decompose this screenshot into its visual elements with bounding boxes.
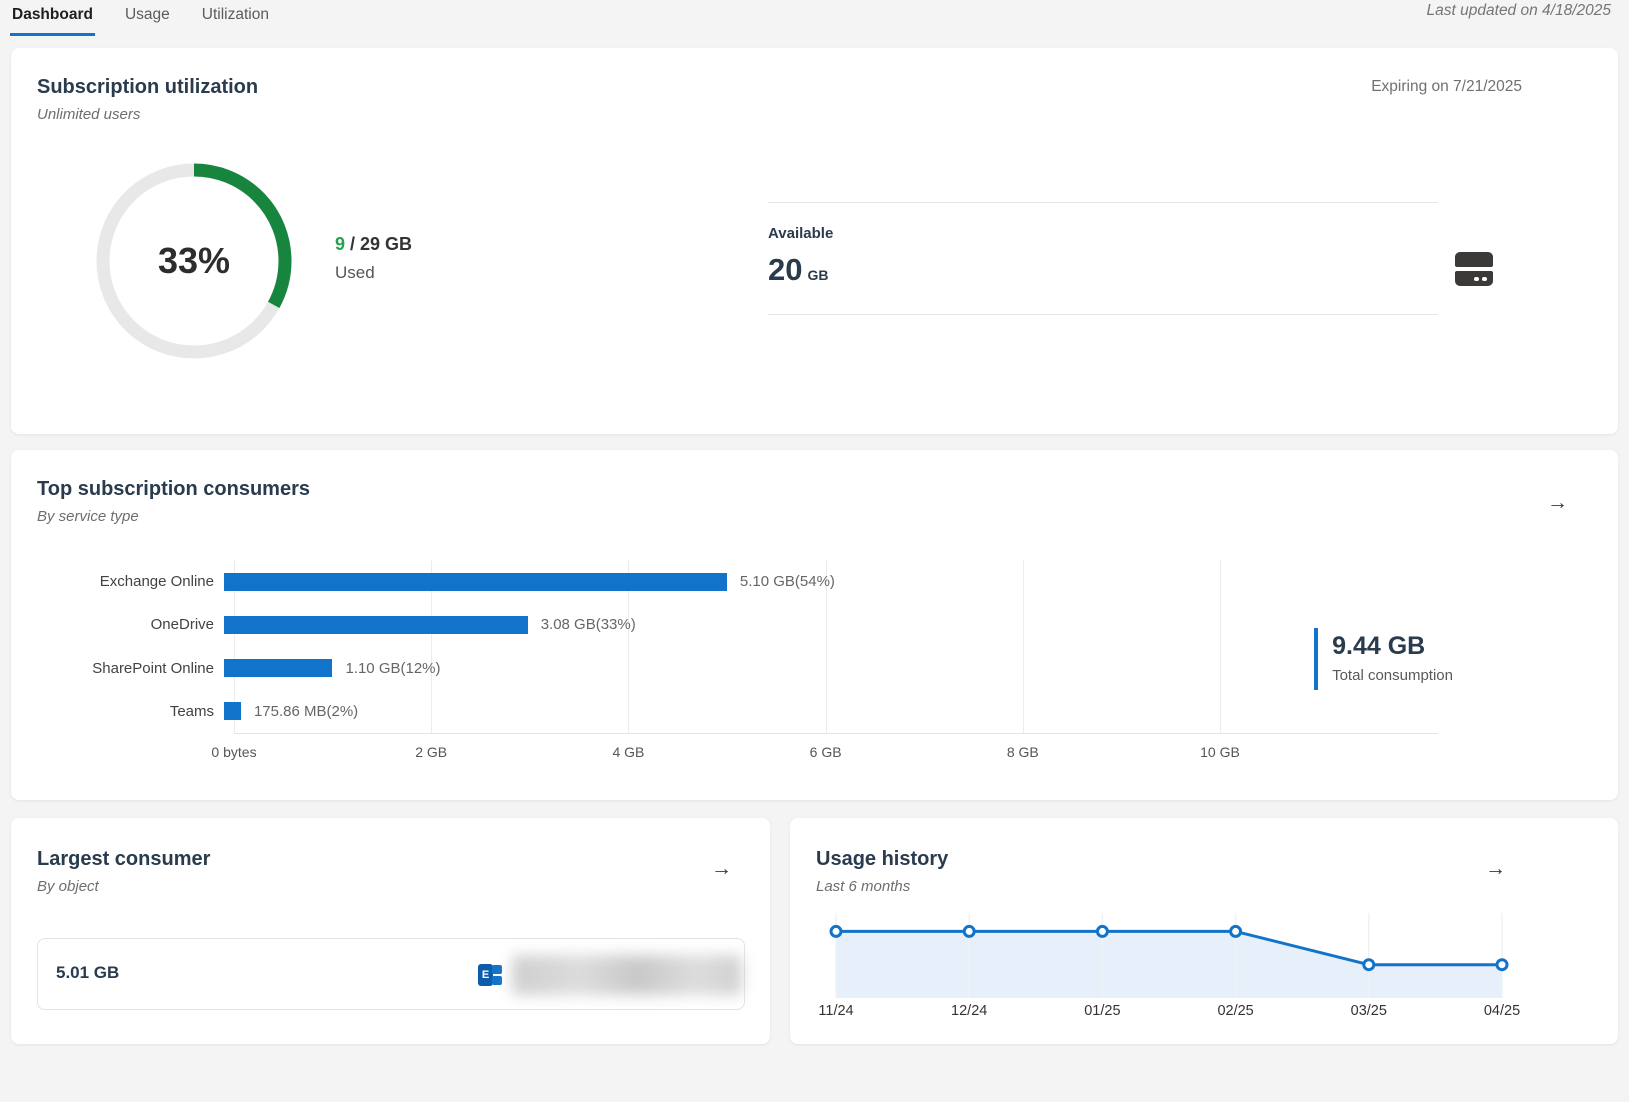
tab-usage[interactable]: Usage bbox=[123, 0, 172, 36]
x-tick-label: 12/24 bbox=[951, 1003, 987, 1019]
last-updated-text: Last updated on 4/18/2025 bbox=[1427, 2, 1611, 20]
usage-history-card: Usage history Last 6 months → 11/24 12/24… bbox=[790, 818, 1618, 1044]
x-tick-label: 6 GB bbox=[810, 744, 842, 760]
card-title: Subscription utilization bbox=[37, 76, 258, 99]
consumer-size: 5.01 GB bbox=[56, 963, 119, 983]
arrow-right-icon[interactable]: → bbox=[1547, 492, 1568, 513]
tab-dashboard[interactable]: Dashboard bbox=[10, 0, 95, 36]
bar-value-label: 175.86 MB(2%) bbox=[254, 703, 358, 720]
bar-row: Teams 175.86 MB(2%) bbox=[11, 690, 1618, 733]
data-point-marker bbox=[831, 926, 841, 936]
total-consumption-value: 9.44 GB bbox=[1332, 632, 1453, 661]
used-caption: Used bbox=[335, 263, 412, 283]
card-subtitle: Last 6 months bbox=[816, 878, 948, 895]
top-consumers-card: Top subscription consumers By service ty… bbox=[11, 450, 1618, 800]
card-title: Top subscription consumers bbox=[37, 478, 310, 501]
donut-percent-label: 33% bbox=[96, 163, 292, 359]
x-tick-label: 11/24 bbox=[818, 1003, 853, 1019]
storage-card-icon bbox=[1455, 252, 1493, 286]
x-tick-label: 8 GB bbox=[1007, 744, 1039, 760]
x-tick-label: 4 GB bbox=[612, 744, 644, 760]
available-panel: Available 20 GB bbox=[768, 202, 1438, 315]
line-chart-svg bbox=[836, 913, 1502, 998]
bar-category-label: OneDrive bbox=[11, 616, 224, 633]
available-value: 20 bbox=[768, 252, 802, 287]
x-tick-label: 02/25 bbox=[1217, 1003, 1253, 1019]
usage-line-chart bbox=[836, 913, 1502, 998]
bar-category-label: SharePoint Online bbox=[11, 660, 224, 677]
bar-category-label: Exchange Online bbox=[11, 573, 224, 590]
bar bbox=[224, 659, 332, 677]
total-consumption-block: 9.44 GB Total consumption bbox=[1314, 628, 1453, 690]
available-label: Available bbox=[768, 225, 1438, 242]
data-point-marker bbox=[1097, 926, 1107, 936]
card-title: Largest consumer bbox=[37, 848, 210, 871]
exchange-icon: E bbox=[476, 961, 502, 989]
card-subtitle: Unlimited users bbox=[37, 106, 258, 123]
data-point-marker bbox=[964, 926, 974, 936]
bar-row: Exchange Online 5.10 GB(54%) bbox=[11, 560, 1618, 603]
data-point-marker bbox=[1364, 960, 1374, 970]
used-value: 9 bbox=[335, 234, 345, 254]
bar-value-label: 1.10 GB(12%) bbox=[345, 660, 440, 677]
arrow-right-icon[interactable]: → bbox=[711, 858, 732, 879]
top-tabbar: Dashboard Usage Utilization bbox=[10, 0, 271, 36]
bar-value-label: 3.08 GB(33%) bbox=[541, 616, 636, 633]
bar-chart-axis-line bbox=[234, 733, 1438, 734]
bar bbox=[224, 616, 528, 634]
x-tick-label: 03/25 bbox=[1351, 1003, 1387, 1019]
largest-consumer-item[interactable]: 5.01 GB E bbox=[37, 938, 745, 1010]
data-point-marker bbox=[1497, 960, 1507, 970]
expiring-date: Expiring on 7/21/2025 bbox=[1371, 78, 1522, 96]
utilization-donut-chart: 33% bbox=[96, 163, 292, 359]
card-subtitle: By service type bbox=[37, 508, 310, 525]
arrow-right-icon[interactable]: → bbox=[1485, 858, 1506, 879]
card-subtitle: By object bbox=[37, 878, 210, 895]
line-chart-x-axis: 11/2412/2401/2502/2503/2504/25 bbox=[836, 1003, 1502, 1021]
largest-consumer-card: Largest consumer By object → 5.01 GB E bbox=[11, 818, 770, 1044]
redacted-object-name bbox=[512, 955, 742, 995]
x-tick-label: 04/25 bbox=[1484, 1003, 1520, 1019]
x-tick-label: 2 GB bbox=[415, 744, 447, 760]
bar-category-label: Teams bbox=[11, 703, 224, 720]
x-tick-label: 0 bytes bbox=[211, 744, 256, 760]
data-point-marker bbox=[1231, 926, 1241, 936]
bar bbox=[224, 573, 727, 591]
total-consumption-caption: Total consumption bbox=[1332, 667, 1453, 684]
bar bbox=[224, 702, 241, 720]
bar-value-label: 5.10 GB(54%) bbox=[740, 573, 835, 590]
card-title: Usage history bbox=[816, 848, 948, 871]
available-unit: GB bbox=[807, 267, 828, 283]
x-tick-label: 10 GB bbox=[1200, 744, 1240, 760]
used-summary: 9 / 29 GB Used bbox=[335, 234, 412, 283]
used-total: / 29 GB bbox=[345, 234, 412, 254]
bar-chart-x-axis: 0 bytes2 GB4 GB6 GB8 GB10 GB bbox=[234, 744, 1220, 764]
subscription-utilization-card: Subscription utilization Unlimited users… bbox=[11, 48, 1618, 434]
tab-utilization[interactable]: Utilization bbox=[200, 0, 271, 36]
x-tick-label: 01/25 bbox=[1084, 1003, 1120, 1019]
